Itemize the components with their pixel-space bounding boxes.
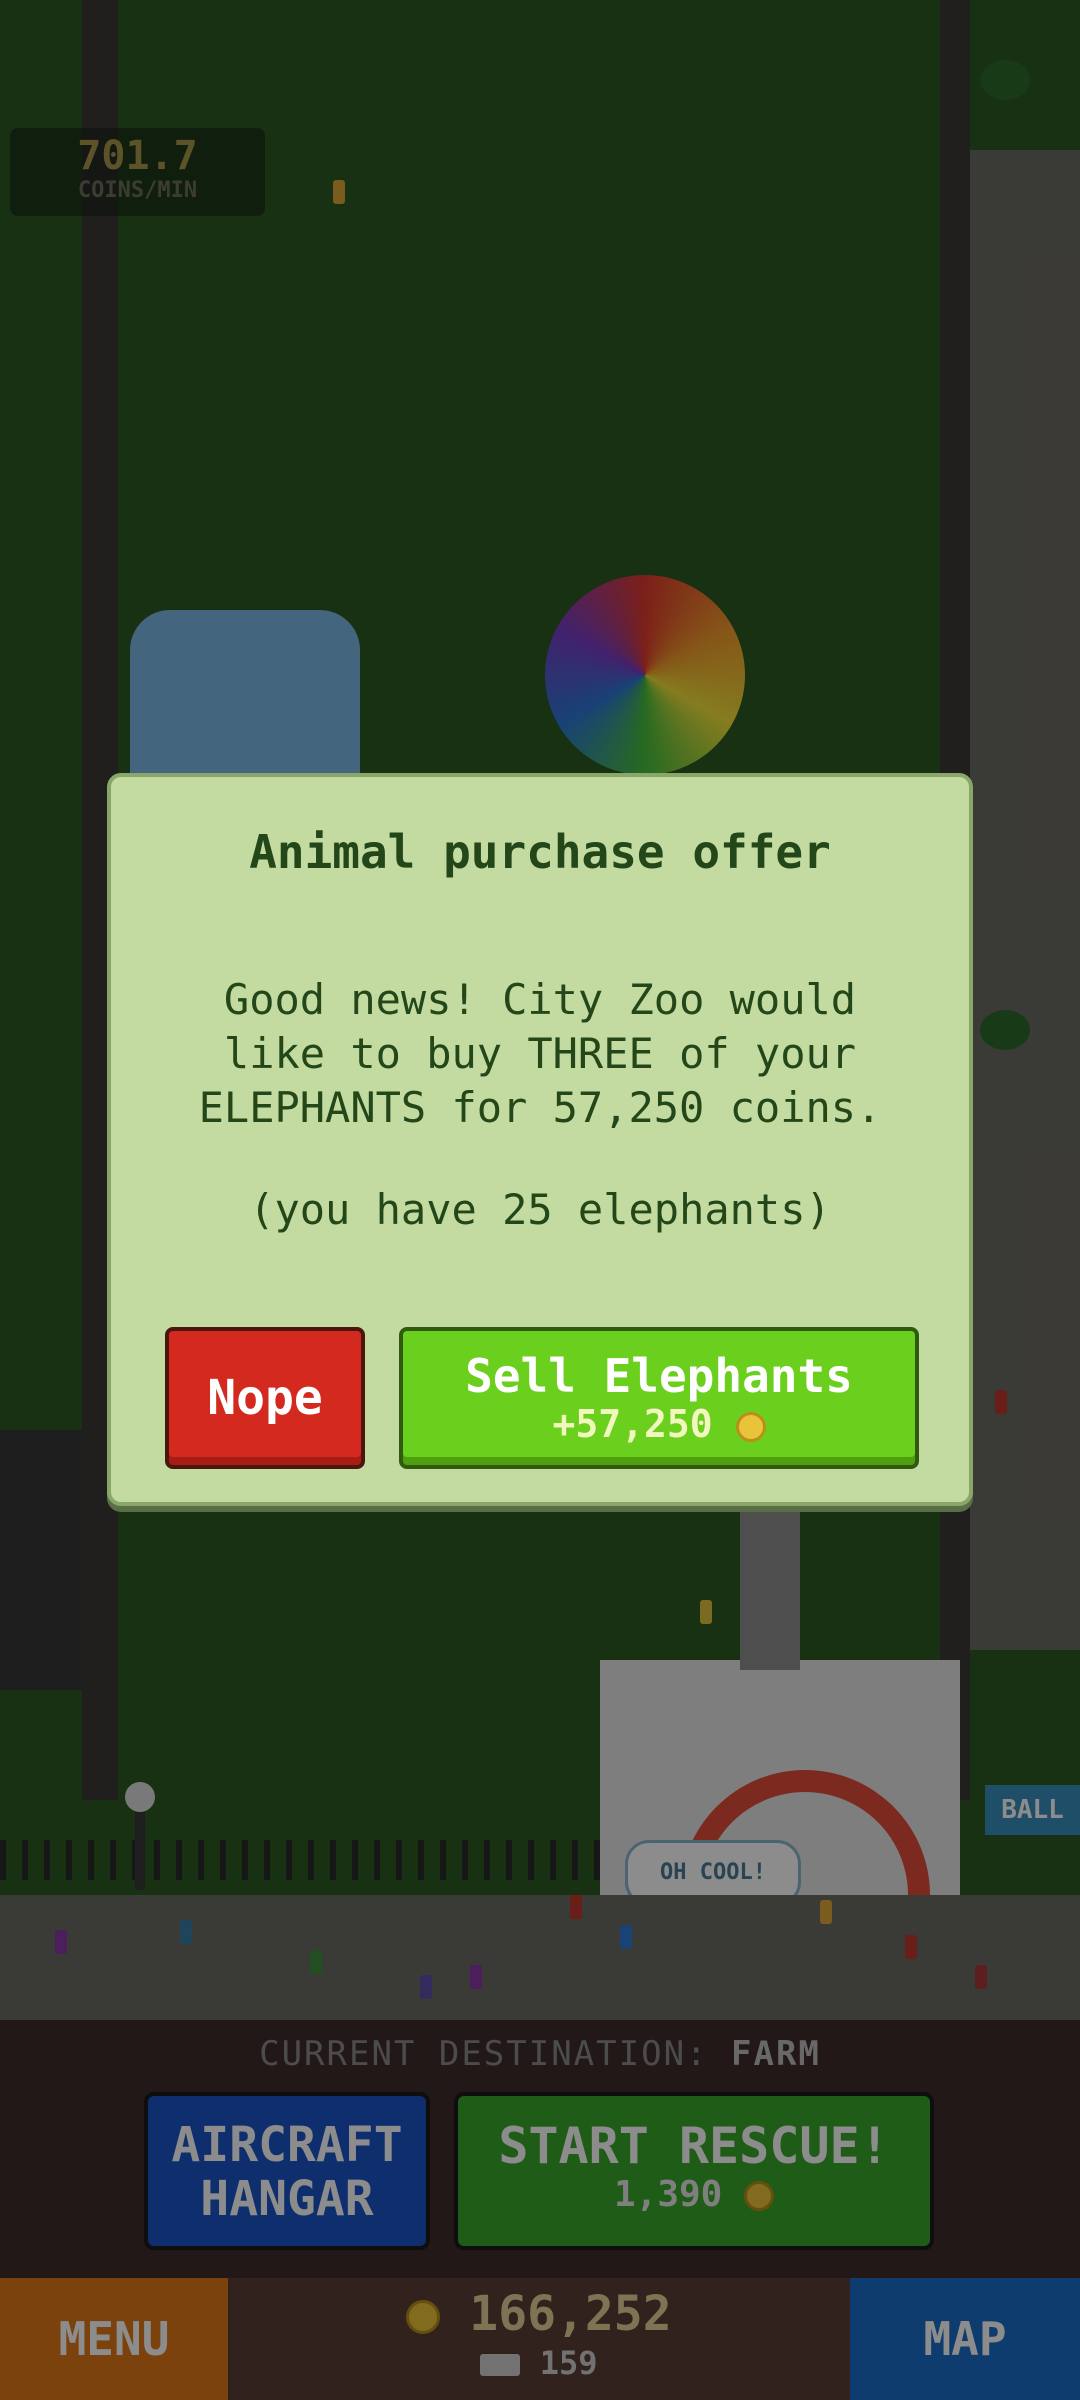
message-line-2: like to buy THREE of your [223, 1029, 857, 1078]
nope-button[interactable]: Nope [165, 1327, 365, 1469]
sell-label: Sell Elephants [465, 1349, 853, 1403]
elephant-count: (you have 25 elephants) [249, 1185, 831, 1234]
message-line-1: Good news! City Zoo would [223, 975, 857, 1024]
coin-icon [735, 1411, 766, 1442]
sell-reward: +57,250 [552, 1402, 713, 1446]
animal-purchase-dialog: Animal purchase offer Good news! City Zo… [107, 773, 973, 1506]
dialog-title: Animal purchase offer [249, 825, 831, 879]
sell-reward-row: +57,250 [403, 1403, 915, 1445]
message-line-3: ELEPHANTS for 57,250 coins. [198, 1083, 882, 1132]
sell-elephants-button[interactable]: Sell Elephants +57,250 [399, 1327, 919, 1469]
dialog-message: Good news! City Zoo would like to buy TH… [171, 973, 909, 1135]
